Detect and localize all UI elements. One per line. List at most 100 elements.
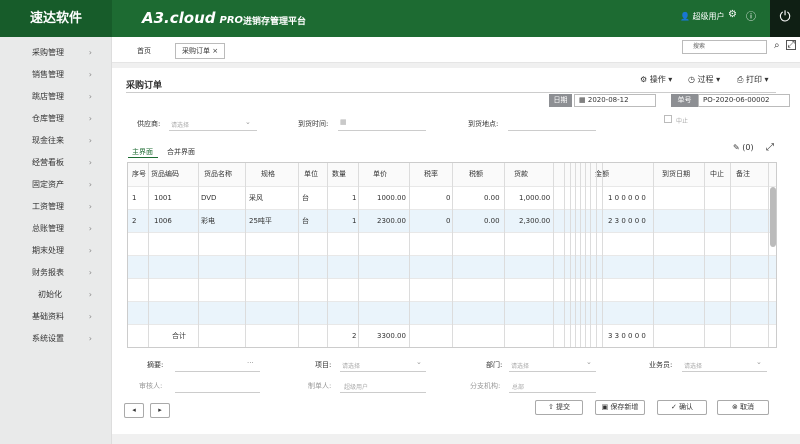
date-field[interactable]: ▦ 2020-08-12: [574, 94, 656, 107]
power-icon[interactable]: ⏻: [770, 0, 800, 37]
branch-value: 总部: [512, 384, 525, 391]
active-tab-indicator: [128, 157, 158, 158]
sidebar-item-system[interactable]: 系统设置 ›: [0, 328, 112, 350]
dept-underline: [509, 371, 596, 372]
divider: [126, 92, 776, 93]
chevron-right-icon: ›: [88, 268, 92, 277]
salesperson-select[interactable]: 请选择: [684, 361, 702, 370]
project-underline: [340, 371, 426, 372]
chevron-right-icon: ›: [88, 246, 92, 255]
save-new-button[interactable]: ▣ 保存新增: [595, 400, 645, 415]
gear-icon[interactable]: ⚙: [728, 9, 737, 20]
paperclip-icon: ✎: [733, 143, 740, 152]
header-cell: 单位: [304, 170, 318, 178]
order-no-label: 单号: [671, 94, 698, 107]
print-icon: ⎙: [737, 75, 744, 84]
header-cell: 规格: [261, 170, 275, 178]
print-menu[interactable]: ⎙ 打印 ▾: [737, 74, 769, 85]
chevron-right-icon: ›: [88, 312, 92, 321]
header-cell: 备注: [736, 170, 750, 178]
gear-icon: ⚙: [640, 75, 648, 84]
dept-select[interactable]: 请选择: [511, 361, 529, 370]
supplier-select[interactable]: 请选择: [171, 120, 189, 129]
arrival-place-label: 到货地点:: [468, 120, 499, 128]
sidebar: 采购管理 › 销售管理 › 跳店管理 › 仓库管理 › 现金往来 › 经营看板 › 固定资产…: [0, 37, 112, 444]
creator-label: 制单人:: [308, 382, 332, 390]
tab-main-view[interactable]: 主界面: [132, 147, 153, 157]
header-cell: 数量: [332, 170, 346, 178]
expand-icon[interactable]: ⤢: [786, 40, 796, 50]
table-scrollbar[interactable]: [770, 187, 776, 247]
sidebar-item-basic-data[interactable]: 基础资料 ›: [0, 306, 112, 328]
sidebar-item-sales[interactable]: 销售管理 ›: [0, 64, 112, 86]
header-cell: 货款: [514, 170, 528, 178]
salesperson-underline: [682, 371, 767, 372]
fullscreen-icon[interactable]: ⤢: [766, 142, 774, 153]
tab-home[interactable]: 首页: [130, 43, 158, 59]
header-cell: 货品名称: [204, 170, 232, 178]
cancel-button[interactable]: ⊗ 取消: [717, 400, 769, 415]
arrival-time-underline: [338, 130, 426, 131]
salesperson-label: 业务员:: [649, 361, 673, 369]
project-select[interactable]: 请选择: [342, 361, 360, 370]
sidebar-item-warehouse[interactable]: 仓库管理 ›: [0, 108, 112, 130]
process-menu[interactable]: ◷ 过程 ▾: [688, 74, 720, 85]
header-cell: 税率: [424, 170, 438, 178]
next-button[interactable]: ▸: [150, 403, 170, 418]
user-menu[interactable]: 👤 超级用户: [680, 11, 725, 22]
chevron-right-icon: ›: [88, 158, 92, 167]
dept-label: 部门:: [486, 361, 503, 369]
arrival-place-input[interactable]: [508, 130, 596, 131]
check-icon: ✓: [670, 403, 677, 411]
page-title: 采购订单: [126, 81, 163, 91]
arrival-time-label: 到货时间:: [298, 120, 329, 128]
chevron-right-icon: ›: [88, 180, 92, 189]
search-input[interactable]: 搜索: [682, 40, 767, 54]
confirm-button[interactable]: ✓ 确认: [657, 400, 707, 415]
sidebar-item-assets[interactable]: 固定资产 ›: [0, 174, 112, 196]
calendar-icon: ▦: [579, 96, 586, 104]
chevron-down-icon: ⌄: [245, 118, 251, 126]
order-no-field[interactable]: PO-2020-06-00002: [698, 94, 790, 107]
operate-menu[interactable]: ⚙ 操作 ▾: [640, 74, 672, 85]
submit-button[interactable]: ⇧ 提交: [535, 400, 583, 415]
header-cell: 到货日期: [662, 170, 690, 178]
brand-title: A3.cloud PRO: [142, 9, 244, 27]
chevron-down-icon: ⌄: [416, 358, 422, 366]
tab-merged-view[interactable]: 合并界面: [167, 147, 195, 157]
suspend-checkbox[interactable]: [664, 115, 672, 123]
sidebar-item-store[interactable]: 跳店管理 ›: [0, 86, 112, 108]
chevron-right-icon: ›: [88, 224, 92, 233]
chevron-right-icon: ›: [88, 202, 92, 211]
calendar-icon[interactable]: ▦: [340, 118, 347, 126]
attachment-button[interactable]: ✎ (0): [733, 143, 754, 152]
header-cell: 税额: [469, 170, 483, 178]
summary-more-button[interactable]: ···: [247, 359, 254, 367]
auditor-label: 审核人:: [139, 382, 163, 390]
sidebar-item-dashboard[interactable]: 经营看板 ›: [0, 152, 112, 174]
save-icon: ▣: [601, 403, 609, 411]
prev-button[interactable]: ◂: [124, 403, 144, 418]
top-bar: 速达软件 A3.cloud PRO 进销存管理平台 👤 超级用户 ⚙ ⓘ ⏻: [0, 0, 800, 37]
sidebar-item-init[interactable]: 初始化 ›: [0, 284, 112, 306]
supplier-underline: [169, 130, 257, 131]
sidebar-item-ledger[interactable]: 总账管理 ›: [0, 218, 112, 240]
chevron-down-icon: ⌄: [586, 358, 592, 366]
help-icon[interactable]: ⓘ: [746, 8, 756, 23]
summary-label: 摘要:: [147, 361, 164, 369]
chevron-right-icon: ›: [88, 92, 92, 101]
sidebar-item-period-end[interactable]: 期末处理 ›: [0, 240, 112, 262]
sidebar-item-payroll[interactable]: 工资管理 ›: [0, 196, 112, 218]
chevron-right-icon: ›: [88, 290, 92, 299]
sidebar-item-purchase[interactable]: 采购管理 ›: [0, 42, 112, 64]
chevron-right-icon: ›: [88, 70, 92, 79]
tab-purchase-order[interactable]: 采购订单 ×: [175, 43, 226, 59]
clock-icon: ◷: [688, 75, 695, 84]
search-icon[interactable]: ⌕: [774, 40, 780, 51]
header-cell: 单价: [373, 170, 387, 178]
chevron-right-icon: ›: [88, 334, 92, 343]
sidebar-item-cash[interactable]: 现金往来 ›: [0, 130, 112, 152]
summary-input[interactable]: [175, 371, 260, 372]
app-logo: 速达软件: [0, 0, 112, 37]
sidebar-item-reports[interactable]: 财务报表 ›: [0, 262, 112, 284]
